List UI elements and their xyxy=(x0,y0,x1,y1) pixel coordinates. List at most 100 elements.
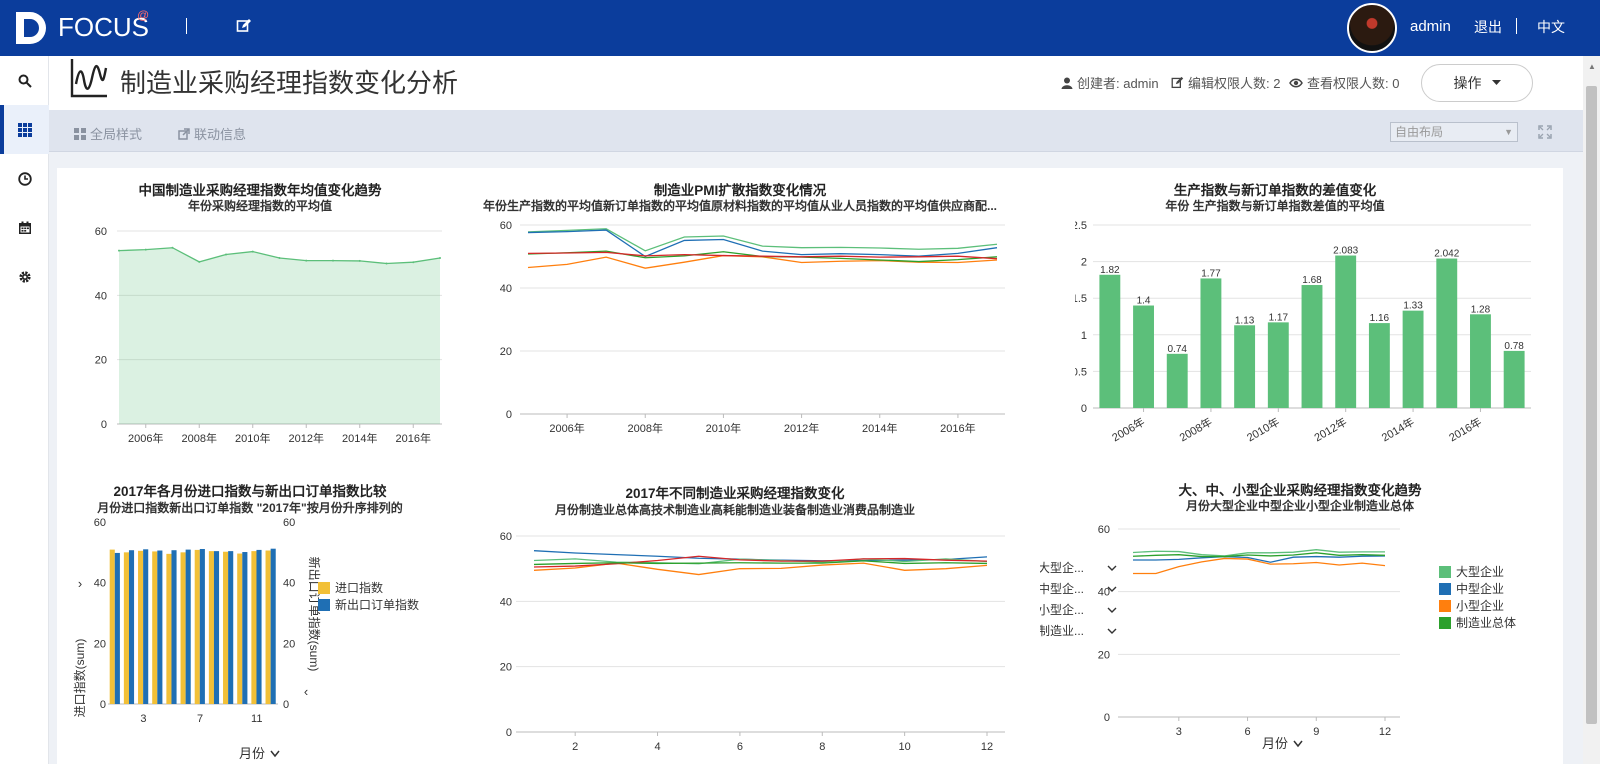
x-tick-label: 2014年 xyxy=(862,421,897,435)
x-tick-label: 2016年 xyxy=(396,431,431,445)
scroll-up-arrow[interactable]: ▲ xyxy=(1588,62,1596,71)
data-point xyxy=(278,257,281,260)
x-axis-label: 月份 xyxy=(1262,736,1288,751)
link-info-label: 联动信息 xyxy=(194,127,247,142)
chart-subtitle: 年份生产指数的平均值新订单指数的平均值原材料指数的平均值从业人员指数的平均值供应… xyxy=(482,199,997,213)
y-tick-label: 1.5 xyxy=(1075,293,1087,305)
edit-icon xyxy=(1171,76,1184,89)
layout-select[interactable]: 自由布局 ▼ xyxy=(1390,122,1518,142)
bar xyxy=(1368,323,1390,408)
y-tick-label-right: 20 xyxy=(283,638,295,650)
chart-pmi-annual-area: 0 20 40 60 2006年 2008年 2010年 2012年 2014年 2016年 xyxy=(95,226,442,445)
eye-icon xyxy=(1289,78,1303,87)
page-title: 制造业采购经理指数变化分析 xyxy=(120,68,459,98)
data-label: 1.33 xyxy=(1403,301,1423,312)
caret-down-icon: ▼ xyxy=(1504,127,1513,137)
sidebar-item-settings[interactable] xyxy=(0,252,49,301)
field-label: 制造业... xyxy=(1040,624,1084,638)
view-count-text: 查看权限人数: 0 xyxy=(1307,76,1400,91)
x-tick-label: 3 xyxy=(140,713,146,725)
x-tick-label: 2012年 xyxy=(784,421,819,435)
bar xyxy=(180,552,186,704)
username[interactable]: admin xyxy=(1410,18,1451,35)
y-tick-label: 2 xyxy=(1081,257,1087,269)
y-tick-label: 20 xyxy=(500,662,512,674)
data-point xyxy=(439,257,441,260)
bar xyxy=(1335,255,1357,408)
operation-button-label: 操作 xyxy=(1453,75,1482,91)
y-tick-label: 0 xyxy=(1104,712,1110,724)
legend-label: 新出口订单指数 xyxy=(335,597,419,612)
data-point xyxy=(225,253,227,256)
legend-swatch xyxy=(1439,566,1451,578)
data-point xyxy=(144,248,147,251)
operation-button[interactable]: 操作 xyxy=(1421,64,1533,102)
bar xyxy=(228,551,234,704)
scrollbar-thumb[interactable] xyxy=(1586,86,1597,724)
y-tick-label: 0 xyxy=(506,409,512,421)
x-tick-label: 2 xyxy=(572,741,578,753)
data-label: 1.28 xyxy=(1471,304,1491,315)
sidebar-item-calendar[interactable] xyxy=(0,203,49,252)
link-info-button[interactable]: 联动信息 xyxy=(178,124,246,143)
chart-title: 生产指数与新订单指数的差值变化 xyxy=(1173,183,1377,198)
creator-text: 创建者: admin xyxy=(1077,76,1159,91)
legend-label: 制造业总体 xyxy=(1456,616,1516,630)
data-label: 0.78 xyxy=(1504,341,1524,352)
bar xyxy=(270,548,276,704)
y-tick-label: 40 xyxy=(500,283,512,295)
y-tick-label: 60 xyxy=(500,220,512,232)
y-axis-label-left: 进口指数(sum) xyxy=(72,639,87,718)
grid-icon xyxy=(17,122,32,137)
focus-logo-icon xyxy=(16,12,46,44)
logout-link[interactable]: 退出 xyxy=(1474,17,1502,37)
line-chart-icon xyxy=(70,59,108,98)
bar xyxy=(1402,310,1424,408)
data-label: 1.4 xyxy=(1137,296,1151,307)
y-tick-label: 40 xyxy=(95,290,107,302)
series-line xyxy=(527,228,998,252)
bar xyxy=(185,549,191,704)
y-tick-label: 60 xyxy=(1098,524,1110,536)
series-line xyxy=(527,254,998,269)
bar xyxy=(265,550,271,704)
data-label: 2.042 xyxy=(1434,249,1459,260)
gear-icon xyxy=(18,270,31,283)
bar xyxy=(166,553,172,704)
sidebar-item-dashboard[interactable] xyxy=(0,105,49,154)
y-tick-label-right: 40 xyxy=(283,578,295,590)
chevron-down-icon xyxy=(1293,740,1303,748)
fullscreen-icon[interactable] xyxy=(1538,125,1552,139)
global-style-button[interactable]: 全局样式 xyxy=(74,124,142,143)
x-tick-label: 2016年 xyxy=(1446,414,1484,444)
edit-icon[interactable] xyxy=(236,18,252,34)
data-point xyxy=(198,260,201,263)
search-icon xyxy=(18,74,32,88)
area-fill xyxy=(119,247,440,424)
sidebar-item-history[interactable] xyxy=(0,154,49,203)
sidebar-item-search[interactable] xyxy=(0,56,49,105)
legend-label: 中型企业 xyxy=(1456,581,1504,596)
creator-info: 创建者: admin xyxy=(1061,73,1159,92)
x-tick-label: 2006年 xyxy=(1109,414,1147,444)
chart-industry-pmi-lines: 0 20 40 60 2 4 6 8 10 12 xyxy=(500,531,1005,753)
x-tick-label: 2008年 xyxy=(182,431,217,445)
clock-icon xyxy=(17,171,32,186)
bar xyxy=(223,551,229,704)
data-label: 1.16 xyxy=(1370,313,1390,324)
legend-label: 大型企业 xyxy=(1456,564,1504,579)
y-tick-label: 0 xyxy=(101,419,107,431)
bar xyxy=(251,551,257,704)
data-label: 1.77 xyxy=(1201,268,1221,279)
avatar[interactable] xyxy=(1347,3,1397,53)
grid-icon xyxy=(74,127,86,140)
data-label: 1.17 xyxy=(1269,312,1289,323)
chart-title: 2017年各月份进口指数与新出口订单指数比较 xyxy=(113,484,387,499)
bar xyxy=(138,550,144,704)
chart-subtitle: 月份大型企业中型企业小型企业制造业总体 xyxy=(1185,499,1414,513)
chart-pmi-diffusion-lines: 0 20 40 60 2006年 2008年 2010年 2012年 2014年 2016年 xyxy=(500,220,1005,435)
bar xyxy=(1267,322,1289,408)
legend-label: 小型企业 xyxy=(1456,598,1504,613)
language-switch[interactable]: 中文 xyxy=(1537,17,1565,37)
divider xyxy=(1516,18,1517,34)
